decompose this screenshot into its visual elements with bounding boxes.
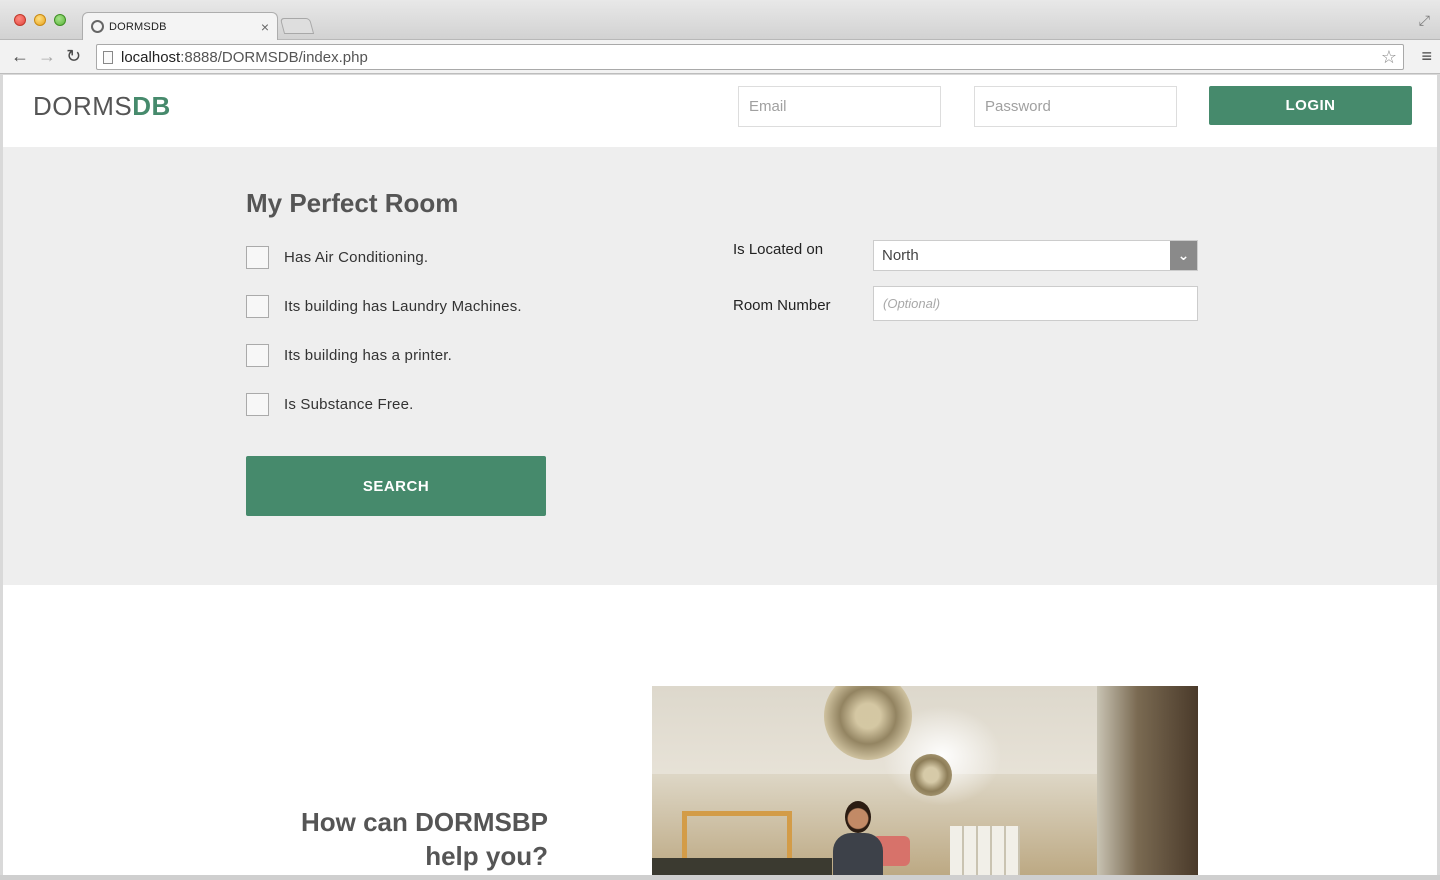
checkbox-row-printer[interactable]: Its building has a printer. bbox=[246, 344, 452, 367]
page-viewport: DORMSDB LOGIN My Perfect Room Has Air Co… bbox=[3, 75, 1437, 875]
photo-bed bbox=[652, 858, 832, 875]
photo-person-body bbox=[833, 833, 883, 875]
password-field[interactable] bbox=[974, 86, 1177, 127]
dorm-room-photo bbox=[652, 686, 1198, 875]
location-select-value: North bbox=[882, 247, 919, 264]
substance-free-checkbox[interactable] bbox=[246, 393, 269, 416]
new-tab-button[interactable] bbox=[279, 18, 315, 34]
back-arrow-icon[interactable]: ← bbox=[11, 45, 29, 67]
login-button[interactable]: LOGIN bbox=[1209, 86, 1412, 125]
fullscreen-icon[interactable]: ⤢ bbox=[1419, 12, 1430, 29]
minimize-window-button[interactable] bbox=[34, 14, 46, 26]
room-search-section: My Perfect Room Has Air Conditioning. It… bbox=[3, 147, 1437, 585]
promo-heading-line1: How can DORMSBP bbox=[300, 807, 548, 837]
window-bottom-edge bbox=[0, 875, 1440, 880]
photo-paper-lantern-small bbox=[910, 754, 952, 796]
printer-checkbox[interactable] bbox=[246, 344, 269, 367]
address-bar[interactable]: localhost:8888/DORMSDB/index.php ☆ bbox=[96, 44, 1404, 70]
browser-tab[interactable]: DORMSDB × bbox=[82, 12, 278, 40]
url-path: :8888/DORMSDB/index.php bbox=[180, 48, 368, 66]
photo-person-head bbox=[845, 801, 871, 833]
room-number-input[interactable] bbox=[873, 286, 1198, 321]
checkbox-label: Its building has a printer. bbox=[284, 347, 452, 364]
photo-bed-frame bbox=[682, 811, 792, 863]
photo-wall-posters bbox=[1097, 686, 1198, 875]
browser-toolbar: ← → ↻ localhost:8888/DORMSDB/index.php ☆… bbox=[0, 40, 1440, 74]
location-label: Is Located on bbox=[733, 241, 824, 258]
url-text[interactable]: localhost:8888/DORMSDB/index.php bbox=[121, 49, 1381, 66]
zoom-window-button[interactable] bbox=[54, 14, 66, 26]
browser-titlebar: DORMSDB × ⤢ bbox=[0, 0, 1440, 40]
chevron-down-icon[interactable]: ⌄ bbox=[1170, 241, 1197, 270]
promo-heading-line2: help you? bbox=[425, 841, 548, 871]
search-button[interactable]: SEARCH bbox=[246, 456, 546, 516]
checkbox-row-laundry[interactable]: Its building has Laundry Machines. bbox=[246, 295, 522, 318]
checkbox-label: Its building has Laundry Machines. bbox=[284, 298, 522, 315]
location-select[interactable]: North ⌄ bbox=[873, 240, 1198, 271]
section-title: My Perfect Room bbox=[246, 188, 459, 218]
air-conditioning-checkbox[interactable] bbox=[246, 246, 269, 269]
logo-text-bold: DB bbox=[132, 91, 171, 121]
promo-heading: How can DORMSBP help you? bbox=[301, 805, 548, 873]
checkbox-label: Has Air Conditioning. bbox=[284, 249, 429, 266]
room-number-label: Room Number bbox=[733, 297, 831, 314]
site-logo[interactable]: DORMSDB bbox=[33, 91, 171, 122]
email-field[interactable] bbox=[738, 86, 941, 127]
bookmark-star-icon[interactable]: ☆ bbox=[1381, 47, 1397, 68]
photo-shelf bbox=[950, 826, 1020, 875]
logo-text-light: DORMS bbox=[33, 91, 133, 121]
forward-arrow-icon[interactable]: → bbox=[38, 45, 56, 67]
tab-close-icon[interactable]: × bbox=[261, 19, 269, 35]
checkbox-label: Is Substance Free. bbox=[284, 396, 414, 413]
browser-menu-icon[interactable]: ≡ bbox=[1421, 46, 1432, 67]
checkbox-row-air-conditioning[interactable]: Has Air Conditioning. bbox=[246, 246, 428, 269]
url-host: localhost bbox=[121, 48, 181, 66]
reload-icon[interactable]: ↻ bbox=[66, 45, 81, 67]
tab-title: DORMSDB bbox=[109, 20, 167, 33]
site-header: DORMSDB LOGIN bbox=[3, 75, 1437, 147]
favicon-icon bbox=[91, 20, 104, 33]
page-icon bbox=[103, 50, 113, 64]
laundry-checkbox[interactable] bbox=[246, 295, 269, 318]
close-window-button[interactable] bbox=[14, 14, 26, 26]
checkbox-row-substance-free[interactable]: Is Substance Free. bbox=[246, 393, 414, 416]
